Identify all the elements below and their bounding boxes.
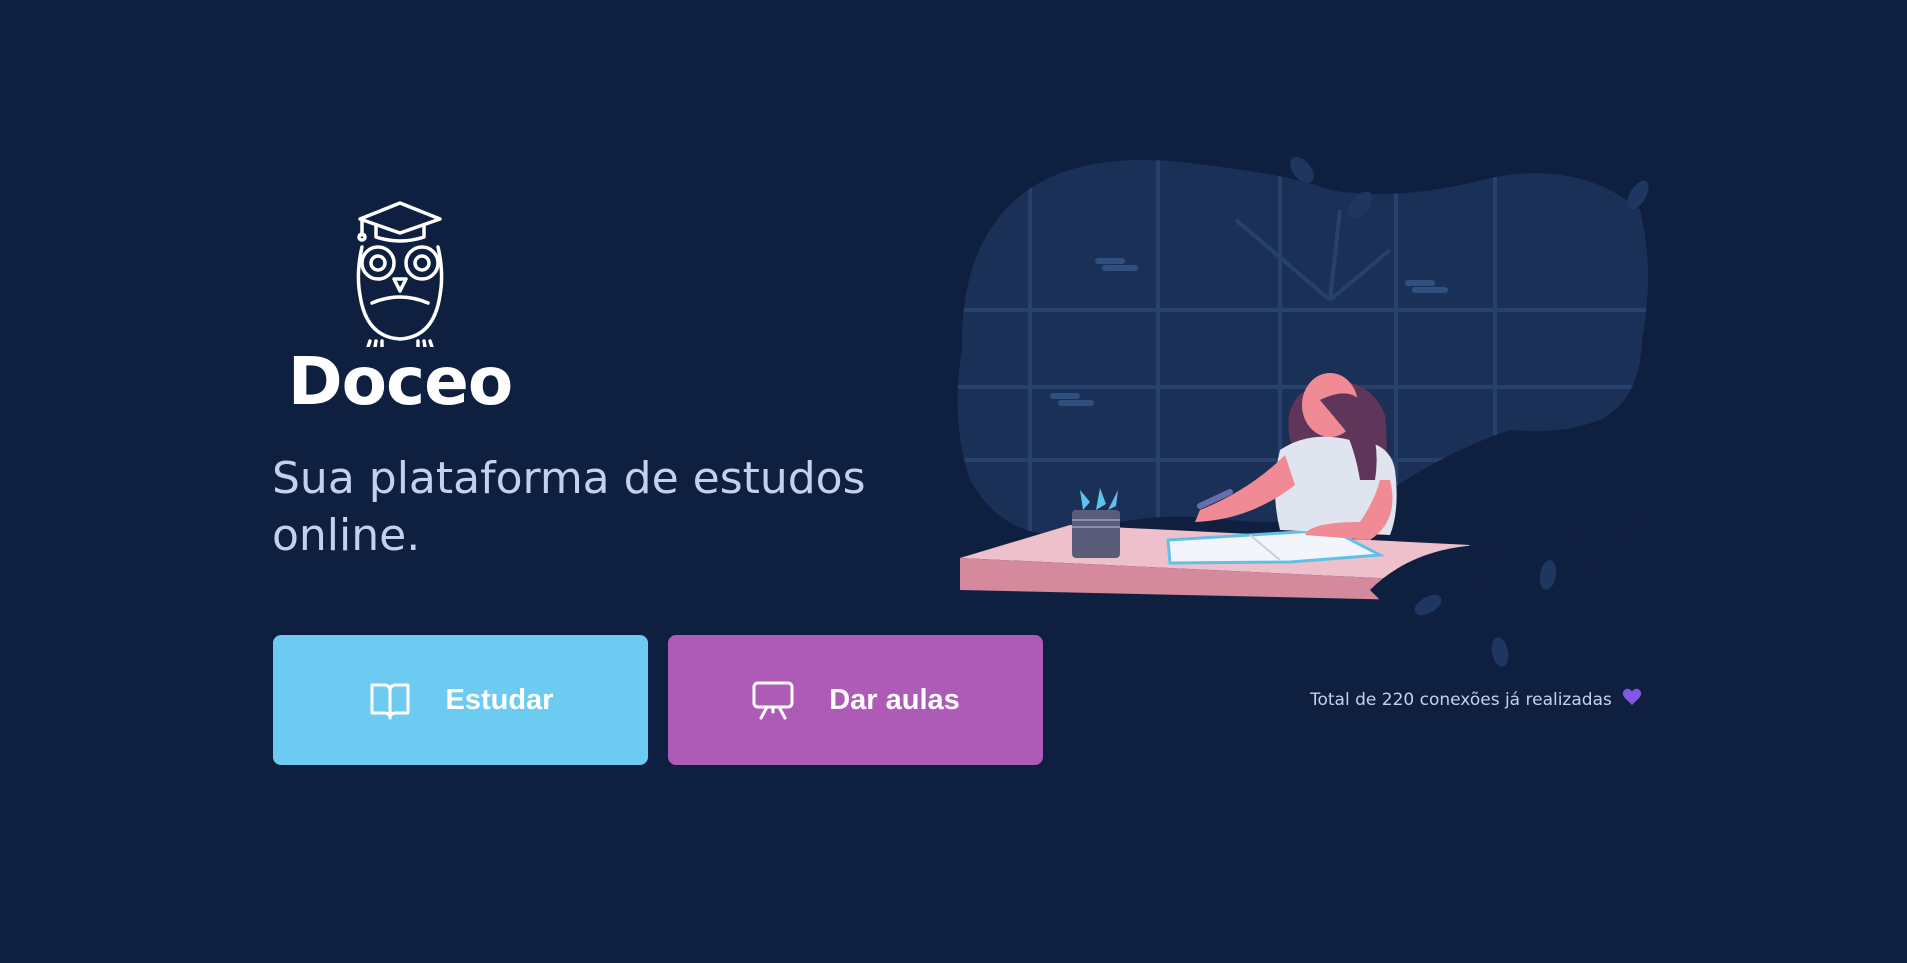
presentation-board-icon bbox=[751, 678, 795, 722]
connections-text: Total de 220 conexões já realizadas bbox=[1310, 689, 1612, 710]
logo-block: Doceo bbox=[270, 195, 530, 415]
open-book-icon bbox=[368, 678, 412, 722]
landing-page: Doceo Sua plataforma de estudos online. … bbox=[0, 0, 1907, 963]
hero-illustration bbox=[950, 150, 1660, 670]
connections-counter: Total de 220 conexões já realizadas bbox=[1310, 688, 1642, 711]
study-button[interactable]: Estudar bbox=[273, 635, 648, 765]
owl-graduate-icon bbox=[340, 195, 460, 347]
purple-heart-icon bbox=[1622, 688, 1642, 711]
brand-name: Doceo bbox=[287, 343, 513, 420]
teach-button-label: Dar aulas bbox=[829, 683, 960, 716]
tagline: Sua plataforma de estudos online. bbox=[272, 453, 866, 561]
study-button-label: Estudar bbox=[445, 683, 554, 716]
